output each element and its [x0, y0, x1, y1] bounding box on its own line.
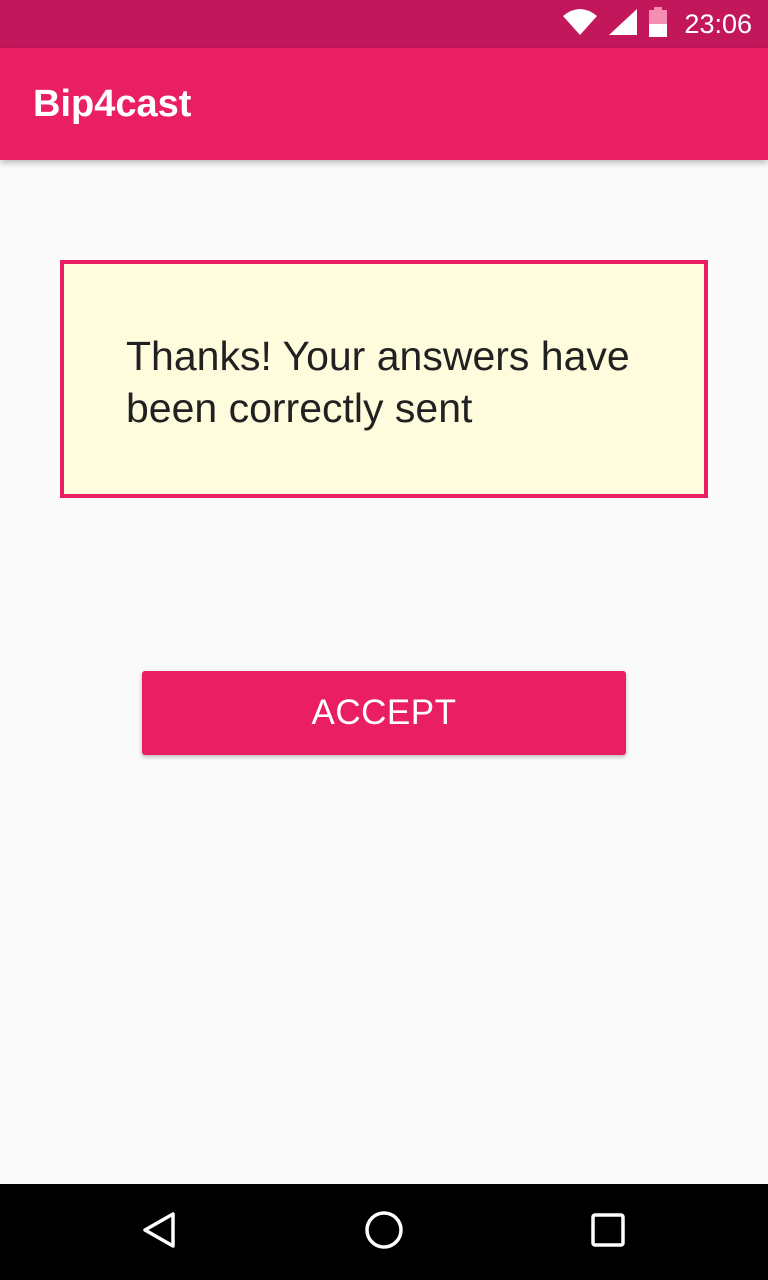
cellular-signal-icon: [608, 8, 638, 41]
battery-icon: [648, 6, 668, 42]
app-bar: Bip4cast: [0, 48, 768, 160]
confirmation-message-box: Thanks! Your answers have been correctly…: [60, 260, 708, 498]
accept-button-label: ACCEPT: [311, 693, 457, 732]
recents-icon: [590, 1212, 626, 1253]
home-icon: [363, 1209, 405, 1256]
accept-button[interactable]: ACCEPT: [142, 671, 626, 755]
wifi-icon: [562, 8, 598, 41]
back-button[interactable]: [112, 1184, 208, 1280]
navigation-bar: [0, 1184, 768, 1280]
home-button[interactable]: [336, 1184, 432, 1280]
confirmation-message-text: Thanks! Your answers have been correctly…: [126, 333, 630, 431]
recents-button[interactable]: [560, 1184, 656, 1280]
back-icon: [140, 1210, 180, 1255]
status-time: 23:06: [684, 8, 752, 39]
status-bar: 23:06: [0, 0, 768, 48]
status-icons: 23:06: [562, 0, 752, 48]
app-title: Bip4cast: [33, 83, 192, 125]
